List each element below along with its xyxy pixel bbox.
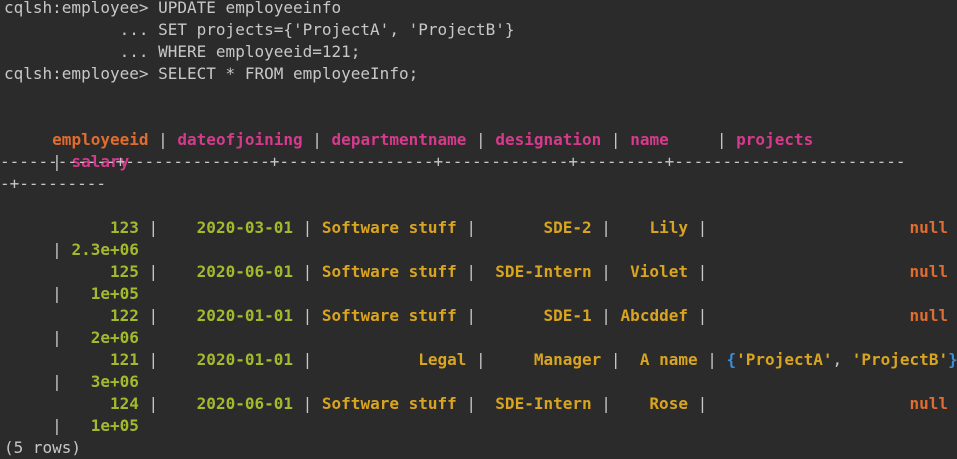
cell-name: A name [639,350,698,369]
cell-salary: 1e+05 [90,416,139,435]
header-designation: designation [495,130,602,149]
header-sep: | [466,130,496,149]
cell-departmentname: Software stuff [321,262,457,281]
cell-designation: SDE-2 [543,218,592,237]
cell-name: Lily [649,218,688,237]
command-line-2: ... SET projects={'ProjectA', 'ProjectB'… [4,20,515,39]
table-header-row-wrap: | salary [4,129,129,171]
header-sep: | [668,130,737,149]
table-row: 122 | 2020-01-01 | Software stuff | SDE-… [109,306,949,325]
table-row-wrap: | 1e+05 [42,284,139,303]
command-line-1: cqlsh:employee> UPDATE employeeinfo [4,0,342,17]
table-row: 125 | 2020-06-01 | Software stuff | SDE-… [109,262,949,281]
command-line-3: ... WHERE employeeid=121; [4,42,361,61]
cell-projects: null [909,262,949,281]
set-item: 'ProjectB' [851,350,949,369]
cell-name: Rose [649,394,688,413]
cell-projects: null [909,306,949,325]
terminal-window[interactable]: cqlsh:employee> UPDATE employeeinfo ... … [0,0,957,459]
table-divider-wrap: -+--------- [0,174,106,193]
cell-name: Abcddef [620,306,688,325]
header-sep: | [148,130,178,149]
cell-departmentname: Legal [418,350,467,369]
header-sep: | [601,130,631,149]
table-row-wrap: | 1e+05 [42,416,139,435]
table-header-row: employeeid | dateofjoining | departmentn… [4,107,813,149]
cell-dateofjoining: 2020-01-01 [196,306,293,325]
cell-name: Violet [630,262,688,281]
cell-departmentname: Software stuff [321,306,457,325]
table-row-wrap: | 3e+06 [42,372,139,391]
cell-dateofjoining: 2020-06-01 [196,262,293,281]
cell-designation: SDE-1 [543,306,592,325]
set-open-brace: { [726,350,737,369]
table-divider: ------------+---------------+-----------… [0,152,906,171]
command-line-4: cqlsh:employee> SELECT * FROM employeeIn… [4,64,419,83]
table-row-wrap: | 2e+06 [42,328,139,347]
header-projects: projects [736,130,814,149]
table-row: 124 | 2020-06-01 | Software stuff | SDE-… [109,394,949,413]
set-close-brace: } [948,350,957,369]
header-name: name [630,130,669,149]
cell-dateofjoining: 2020-03-01 [196,218,293,237]
cell-projects: null [909,218,949,237]
cell-departmentname: Software stuff [321,394,457,413]
set-separator: , [832,350,852,369]
header-departmentname: departmentname [331,130,467,149]
cell-departmentname: Software stuff [321,218,457,237]
header-dateofjoining: dateofjoining [177,130,303,149]
table-row: 121 | 2020-01-01 | Legal | Manager | A n… [109,350,957,369]
table-row: 123 | 2020-03-01 | Software stuff | SDE-… [109,218,949,237]
row-count: (5 rows) [4,438,82,457]
set-item: 'ProjectA' [736,350,833,369]
cell-designation: SDE-Intern [495,394,592,413]
cell-dateofjoining: 2020-06-01 [196,394,293,413]
cell-designation: Manager [533,350,602,369]
header-sep: | [302,130,332,149]
table-row-wrap: | 2.3e+06 [42,240,139,259]
cell-dateofjoining: 2020-01-01 [196,350,293,369]
cell-designation: SDE-Intern [495,262,592,281]
cell-projects: null [909,394,949,413]
